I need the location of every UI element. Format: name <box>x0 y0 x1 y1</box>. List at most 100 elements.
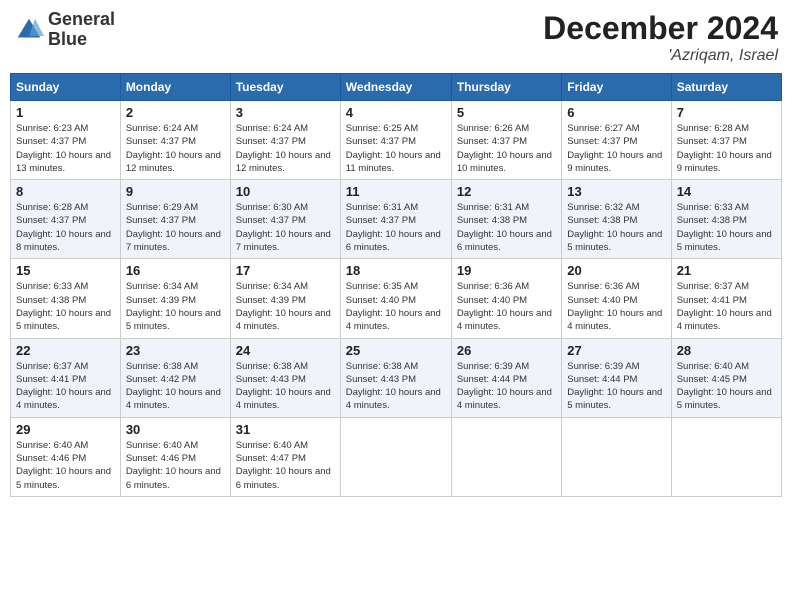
day-info: Sunrise: 6:38 AM Sunset: 4:42 PM Dayligh… <box>126 360 225 413</box>
day-number: 10 <box>236 184 335 199</box>
day-info: Sunrise: 6:28 AM Sunset: 4:37 PM Dayligh… <box>677 122 776 175</box>
title-area: December 2024 'Azriqam, Israel <box>543 10 778 65</box>
day-info: Sunrise: 6:38 AM Sunset: 4:43 PM Dayligh… <box>346 360 446 413</box>
day-number: 13 <box>567 184 665 199</box>
calendar-cell: 15 Sunrise: 6:33 AM Sunset: 4:38 PM Dayl… <box>11 259 121 338</box>
day-number: 2 <box>126 105 225 120</box>
calendar-cell: 11 Sunrise: 6:31 AM Sunset: 4:37 PM Dayl… <box>340 180 451 259</box>
day-info: Sunrise: 6:26 AM Sunset: 4:37 PM Dayligh… <box>457 122 556 175</box>
day-info: Sunrise: 6:40 AM Sunset: 4:47 PM Dayligh… <box>236 439 335 492</box>
calendar-cell: 22 Sunrise: 6:37 AM Sunset: 4:41 PM Dayl… <box>11 338 121 417</box>
logo-icon <box>14 15 44 45</box>
calendar-cell: 6 Sunrise: 6:27 AM Sunset: 4:37 PM Dayli… <box>562 101 671 180</box>
calendar-cell <box>340 417 451 496</box>
calendar-cell: 3 Sunrise: 6:24 AM Sunset: 4:37 PM Dayli… <box>230 101 340 180</box>
day-of-week-header: Tuesday <box>230 74 340 101</box>
day-number: 26 <box>457 343 556 358</box>
calendar-cell: 7 Sunrise: 6:28 AM Sunset: 4:37 PM Dayli… <box>671 101 781 180</box>
day-info: Sunrise: 6:38 AM Sunset: 4:43 PM Dayligh… <box>236 360 335 413</box>
calendar-cell: 21 Sunrise: 6:37 AM Sunset: 4:41 PM Dayl… <box>671 259 781 338</box>
calendar-cell: 29 Sunrise: 6:40 AM Sunset: 4:46 PM Dayl… <box>11 417 121 496</box>
day-of-week-header: Wednesday <box>340 74 451 101</box>
location: 'Azriqam, Israel <box>543 47 778 65</box>
calendar-cell: 2 Sunrise: 6:24 AM Sunset: 4:37 PM Dayli… <box>120 101 230 180</box>
day-of-week-header: Monday <box>120 74 230 101</box>
logo-line1: General <box>48 10 115 30</box>
calendar-cell: 17 Sunrise: 6:34 AM Sunset: 4:39 PM Dayl… <box>230 259 340 338</box>
day-info: Sunrise: 6:33 AM Sunset: 4:38 PM Dayligh… <box>16 280 115 333</box>
calendar-cell: 9 Sunrise: 6:29 AM Sunset: 4:37 PM Dayli… <box>120 180 230 259</box>
day-number: 17 <box>236 263 335 278</box>
calendar-week-row: 1 Sunrise: 6:23 AM Sunset: 4:37 PM Dayli… <box>11 101 782 180</box>
day-number: 27 <box>567 343 665 358</box>
calendar-cell: 20 Sunrise: 6:36 AM Sunset: 4:40 PM Dayl… <box>562 259 671 338</box>
calendar-cell <box>562 417 671 496</box>
day-info: Sunrise: 6:34 AM Sunset: 4:39 PM Dayligh… <box>236 280 335 333</box>
day-info: Sunrise: 6:28 AM Sunset: 4:37 PM Dayligh… <box>16 201 115 254</box>
day-info: Sunrise: 6:31 AM Sunset: 4:38 PM Dayligh… <box>457 201 556 254</box>
day-info: Sunrise: 6:33 AM Sunset: 4:38 PM Dayligh… <box>677 201 776 254</box>
calendar-table: SundayMondayTuesdayWednesdayThursdayFrid… <box>10 73 782 497</box>
day-number: 23 <box>126 343 225 358</box>
calendar-week-row: 22 Sunrise: 6:37 AM Sunset: 4:41 PM Dayl… <box>11 338 782 417</box>
day-info: Sunrise: 6:37 AM Sunset: 4:41 PM Dayligh… <box>16 360 115 413</box>
day-info: Sunrise: 6:36 AM Sunset: 4:40 PM Dayligh… <box>567 280 665 333</box>
day-number: 3 <box>236 105 335 120</box>
calendar-week-row: 15 Sunrise: 6:33 AM Sunset: 4:38 PM Dayl… <box>11 259 782 338</box>
day-number: 25 <box>346 343 446 358</box>
day-number: 29 <box>16 422 115 437</box>
day-info: Sunrise: 6:29 AM Sunset: 4:37 PM Dayligh… <box>126 201 225 254</box>
month-title: December 2024 <box>543 10 778 47</box>
day-info: Sunrise: 6:34 AM Sunset: 4:39 PM Dayligh… <box>126 280 225 333</box>
day-number: 4 <box>346 105 446 120</box>
calendar-cell: 31 Sunrise: 6:40 AM Sunset: 4:47 PM Dayl… <box>230 417 340 496</box>
calendar-cell: 14 Sunrise: 6:33 AM Sunset: 4:38 PM Dayl… <box>671 180 781 259</box>
day-number: 7 <box>677 105 776 120</box>
logo: General Blue <box>14 10 115 50</box>
day-info: Sunrise: 6:40 AM Sunset: 4:46 PM Dayligh… <box>126 439 225 492</box>
day-number: 14 <box>677 184 776 199</box>
calendar-cell: 13 Sunrise: 6:32 AM Sunset: 4:38 PM Dayl… <box>562 180 671 259</box>
day-number: 5 <box>457 105 556 120</box>
day-of-week-header: Friday <box>562 74 671 101</box>
calendar-cell: 24 Sunrise: 6:38 AM Sunset: 4:43 PM Dayl… <box>230 338 340 417</box>
day-info: Sunrise: 6:36 AM Sunset: 4:40 PM Dayligh… <box>457 280 556 333</box>
day-number: 20 <box>567 263 665 278</box>
calendar-week-row: 29 Sunrise: 6:40 AM Sunset: 4:46 PM Dayl… <box>11 417 782 496</box>
calendar-cell: 10 Sunrise: 6:30 AM Sunset: 4:37 PM Dayl… <box>230 180 340 259</box>
day-info: Sunrise: 6:40 AM Sunset: 4:46 PM Dayligh… <box>16 439 115 492</box>
day-number: 12 <box>457 184 556 199</box>
calendar-cell: 1 Sunrise: 6:23 AM Sunset: 4:37 PM Dayli… <box>11 101 121 180</box>
day-number: 6 <box>567 105 665 120</box>
day-info: Sunrise: 6:24 AM Sunset: 4:37 PM Dayligh… <box>236 122 335 175</box>
day-number: 28 <box>677 343 776 358</box>
day-number: 18 <box>346 263 446 278</box>
day-number: 22 <box>16 343 115 358</box>
day-number: 30 <box>126 422 225 437</box>
calendar-week-row: 8 Sunrise: 6:28 AM Sunset: 4:37 PM Dayli… <box>11 180 782 259</box>
calendar-cell: 28 Sunrise: 6:40 AM Sunset: 4:45 PM Dayl… <box>671 338 781 417</box>
day-number: 16 <box>126 263 225 278</box>
calendar-cell: 18 Sunrise: 6:35 AM Sunset: 4:40 PM Dayl… <box>340 259 451 338</box>
day-number: 24 <box>236 343 335 358</box>
day-info: Sunrise: 6:23 AM Sunset: 4:37 PM Dayligh… <box>16 122 115 175</box>
calendar-cell: 4 Sunrise: 6:25 AM Sunset: 4:37 PM Dayli… <box>340 101 451 180</box>
day-info: Sunrise: 6:39 AM Sunset: 4:44 PM Dayligh… <box>567 360 665 413</box>
day-info: Sunrise: 6:31 AM Sunset: 4:37 PM Dayligh… <box>346 201 446 254</box>
day-number: 1 <box>16 105 115 120</box>
day-of-week-header: Thursday <box>451 74 561 101</box>
calendar-cell <box>451 417 561 496</box>
day-number: 8 <box>16 184 115 199</box>
day-info: Sunrise: 6:40 AM Sunset: 4:45 PM Dayligh… <box>677 360 776 413</box>
calendar-cell: 26 Sunrise: 6:39 AM Sunset: 4:44 PM Dayl… <box>451 338 561 417</box>
page-header: General Blue December 2024 'Azriqam, Isr… <box>10 10 782 65</box>
calendar-cell: 27 Sunrise: 6:39 AM Sunset: 4:44 PM Dayl… <box>562 338 671 417</box>
day-info: Sunrise: 6:30 AM Sunset: 4:37 PM Dayligh… <box>236 201 335 254</box>
calendar-cell: 25 Sunrise: 6:38 AM Sunset: 4:43 PM Dayl… <box>340 338 451 417</box>
calendar-cell <box>671 417 781 496</box>
day-number: 15 <box>16 263 115 278</box>
calendar-cell: 30 Sunrise: 6:40 AM Sunset: 4:46 PM Dayl… <box>120 417 230 496</box>
calendar-header-row: SundayMondayTuesdayWednesdayThursdayFrid… <box>11 74 782 101</box>
day-number: 11 <box>346 184 446 199</box>
calendar-cell: 8 Sunrise: 6:28 AM Sunset: 4:37 PM Dayli… <box>11 180 121 259</box>
